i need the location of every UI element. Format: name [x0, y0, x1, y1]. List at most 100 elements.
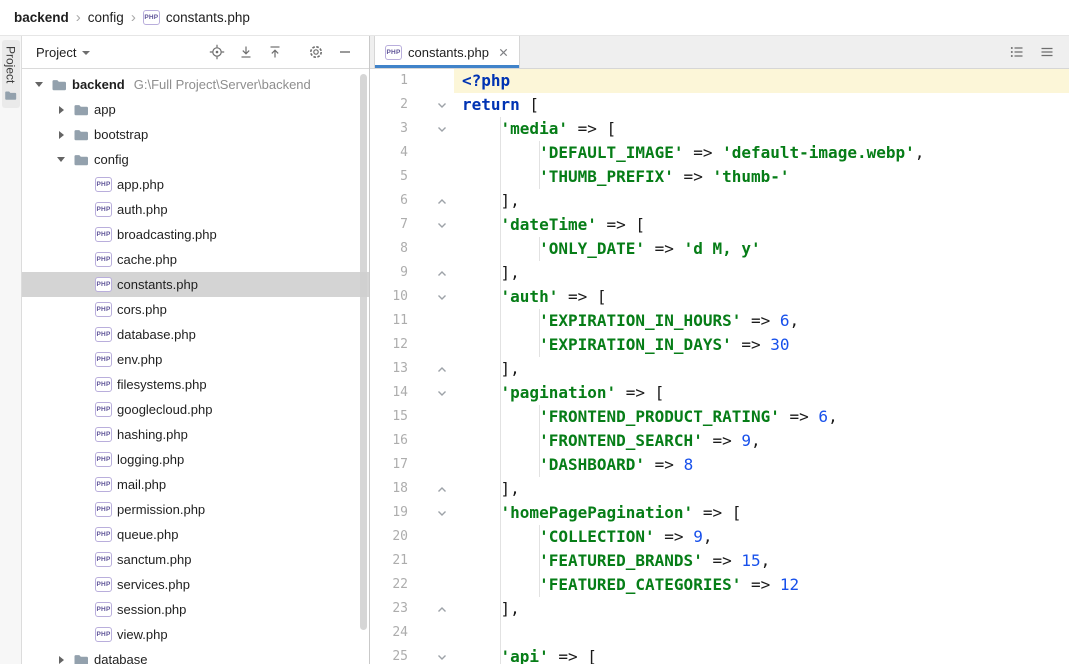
- code-text[interactable]: ],: [454, 357, 1069, 381]
- fold-region-end-icon[interactable]: [408, 261, 454, 285]
- code-line-13[interactable]: 13 ],: [370, 357, 1069, 381]
- code-line-8[interactable]: 8 'ONLY_DATE' => 'd M, y': [370, 237, 1069, 261]
- locate-file-icon[interactable]: [209, 44, 225, 60]
- fold-region-start-icon[interactable]: [408, 381, 454, 405]
- code-line-16[interactable]: 16 'FRONTEND_SEARCH' => 9,: [370, 429, 1069, 453]
- code-text[interactable]: ],: [454, 597, 1069, 621]
- code-text[interactable]: 'media' => [: [454, 117, 1069, 141]
- tree-item-config[interactable]: config: [22, 147, 369, 172]
- tree-item-cache-php[interactable]: PHPcache.php: [22, 247, 369, 272]
- fold-region-end-icon[interactable]: [408, 597, 454, 621]
- code-text[interactable]: 'auth' => [: [454, 285, 1069, 309]
- tab-constants-php[interactable]: PHP constants.php: [374, 36, 520, 68]
- code-text[interactable]: ],: [454, 189, 1069, 213]
- code-line-14[interactable]: 14 'pagination' => [: [370, 381, 1069, 405]
- tab-list-icon[interactable]: [1009, 44, 1025, 60]
- fold-region-end-icon[interactable]: [408, 189, 454, 213]
- tree-item-logging-php[interactable]: PHPlogging.php: [22, 447, 369, 472]
- code-line-11[interactable]: 11 'EXPIRATION_IN_HOURS' => 6,: [370, 309, 1069, 333]
- tree-item-database[interactable]: database: [22, 647, 369, 664]
- close-tab-icon[interactable]: [498, 47, 509, 58]
- fold-region-start-icon[interactable]: [408, 117, 454, 141]
- hide-icon[interactable]: [337, 44, 353, 60]
- tree-item-app-php[interactable]: PHPapp.php: [22, 172, 369, 197]
- tree-item-filesystems-php[interactable]: PHPfilesystems.php: [22, 372, 369, 397]
- code-line-24[interactable]: 24: [370, 621, 1069, 645]
- fold-region-start-icon[interactable]: [408, 285, 454, 309]
- breadcrumb-item-constants-php[interactable]: PHPconstants.php: [143, 10, 250, 25]
- project-stripe-button[interactable]: Project: [2, 40, 20, 108]
- code-text[interactable]: 'pagination' => [: [454, 381, 1069, 405]
- tree-item-env-php[interactable]: PHPenv.php: [22, 347, 369, 372]
- code-line-10[interactable]: 10 'auth' => [: [370, 285, 1069, 309]
- collapse-all-icon[interactable]: [267, 44, 283, 60]
- code-text[interactable]: 'DASHBOARD' => 8: [454, 453, 1069, 477]
- code-text[interactable]: return [: [454, 93, 1069, 117]
- code-line-3[interactable]: 3 'media' => [: [370, 117, 1069, 141]
- code-line-17[interactable]: 17 'DASHBOARD' => 8: [370, 453, 1069, 477]
- tree-item-bootstrap[interactable]: bootstrap: [22, 122, 369, 147]
- code-line-12[interactable]: 12 'EXPIRATION_IN_DAYS' => 30: [370, 333, 1069, 357]
- breadcrumb-item-config[interactable]: config: [88, 10, 124, 25]
- tree-item-mail-php[interactable]: PHPmail.php: [22, 472, 369, 497]
- code-line-9[interactable]: 9 ],: [370, 261, 1069, 285]
- code-text[interactable]: 'THUMB_PREFIX' => 'thumb-': [454, 165, 1069, 189]
- tree-item-app[interactable]: app: [22, 97, 369, 122]
- code-text[interactable]: 'FEATURED_BRANDS' => 15,: [454, 549, 1069, 573]
- code-text[interactable]: 'dateTime' => [: [454, 213, 1069, 237]
- code-text[interactable]: 'FEATURED_CATEGORIES' => 12: [454, 573, 1069, 597]
- code-text[interactable]: 'FRONTEND_PRODUCT_RATING' => 6,: [454, 405, 1069, 429]
- fold-region-start-icon[interactable]: [408, 93, 454, 117]
- code-text[interactable]: 'DEFAULT_IMAGE' => 'default-image.webp',: [454, 141, 1069, 165]
- tree-item-database-php[interactable]: PHPdatabase.php: [22, 322, 369, 347]
- code-line-7[interactable]: 7 'dateTime' => [: [370, 213, 1069, 237]
- tree-item-permission-php[interactable]: PHPpermission.php: [22, 497, 369, 522]
- tree-item-session-php[interactable]: PHPsession.php: [22, 597, 369, 622]
- project-view-selector[interactable]: Project: [36, 45, 90, 60]
- expand-all-icon[interactable]: [238, 44, 254, 60]
- breadcrumb-item-backend[interactable]: backend: [14, 10, 69, 25]
- tree-item-constants-php[interactable]: PHPconstants.php: [22, 272, 369, 297]
- code-text[interactable]: 'ONLY_DATE' => 'd M, y': [454, 237, 1069, 261]
- code-line-4[interactable]: 4 'DEFAULT_IMAGE' => 'default-image.webp…: [370, 141, 1069, 165]
- code-text[interactable]: 'homePagePagination' => [: [454, 501, 1069, 525]
- settings-icon[interactable]: [308, 44, 324, 60]
- tree-item-backend[interactable]: backendG:\Full Project\Server\backend: [22, 72, 369, 97]
- code-text[interactable]: 'api' => [: [454, 645, 1069, 664]
- code-text[interactable]: 'FRONTEND_SEARCH' => 9,: [454, 429, 1069, 453]
- code-line-15[interactable]: 15 'FRONTEND_PRODUCT_RATING' => 6,: [370, 405, 1069, 429]
- fold-region-end-icon[interactable]: [408, 477, 454, 501]
- tree-item-cors-php[interactable]: PHPcors.php: [22, 297, 369, 322]
- fold-region-end-icon[interactable]: [408, 357, 454, 381]
- code-line-6[interactable]: 6 ],: [370, 189, 1069, 213]
- code-line-2[interactable]: 2return [: [370, 93, 1069, 117]
- code-line-1[interactable]: 1<?php: [370, 69, 1069, 93]
- code-text[interactable]: 'EXPIRATION_IN_DAYS' => 30: [454, 333, 1069, 357]
- code-editor[interactable]: 1<?php2return [3 'media' => [4 'DEFAULT_…: [370, 69, 1069, 664]
- tree-item-hashing-php[interactable]: PHPhashing.php: [22, 422, 369, 447]
- chevron-expanded-icon[interactable]: [54, 157, 68, 162]
- tree-item-view-php[interactable]: PHPview.php: [22, 622, 369, 647]
- fold-region-start-icon[interactable]: [408, 213, 454, 237]
- code-text[interactable]: [454, 621, 1069, 645]
- code-line-18[interactable]: 18 ],: [370, 477, 1069, 501]
- code-line-23[interactable]: 23 ],: [370, 597, 1069, 621]
- code-line-22[interactable]: 22 'FEATURED_CATEGORIES' => 12: [370, 573, 1069, 597]
- tree-item-auth-php[interactable]: PHPauth.php: [22, 197, 369, 222]
- menu-icon[interactable]: [1039, 44, 1055, 60]
- tree-item-sanctum-php[interactable]: PHPsanctum.php: [22, 547, 369, 572]
- code-line-5[interactable]: 5 'THUMB_PREFIX' => 'thumb-': [370, 165, 1069, 189]
- code-line-20[interactable]: 20 'COLLECTION' => 9,: [370, 525, 1069, 549]
- code-text[interactable]: 'EXPIRATION_IN_HOURS' => 6,: [454, 309, 1069, 333]
- tree-item-broadcasting-php[interactable]: PHPbroadcasting.php: [22, 222, 369, 247]
- fold-region-start-icon[interactable]: [408, 645, 454, 664]
- chevron-collapsed-icon[interactable]: [54, 131, 68, 139]
- fold-region-start-icon[interactable]: [408, 501, 454, 525]
- code-line-21[interactable]: 21 'FEATURED_BRANDS' => 15,: [370, 549, 1069, 573]
- chevron-collapsed-icon[interactable]: [54, 656, 68, 664]
- code-text-caret-line[interactable]: <?php: [454, 69, 1069, 93]
- chevron-expanded-icon[interactable]: [32, 82, 46, 87]
- tree-item-services-php[interactable]: PHPservices.php: [22, 572, 369, 597]
- code-text[interactable]: ],: [454, 261, 1069, 285]
- tree-item-queue-php[interactable]: PHPqueue.php: [22, 522, 369, 547]
